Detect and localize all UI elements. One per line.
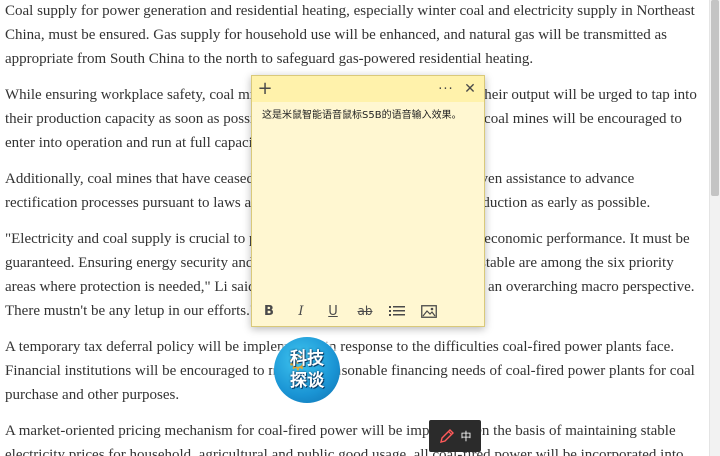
ime-mode-label[interactable]: 中: [461, 428, 472, 444]
pen-icon[interactable]: [439, 428, 455, 444]
watermark-line-1: 科技: [290, 349, 324, 369]
more-options-icon[interactable]: ···: [435, 79, 457, 99]
sticky-note-titlebar[interactable]: + ··· ✕: [252, 76, 484, 102]
strikethrough-button[interactable]: ab: [350, 298, 380, 324]
italic-button[interactable]: I: [286, 298, 316, 324]
watermark-logo: ⚙ 科技 探谈: [274, 337, 340, 403]
insert-image-icon[interactable]: [414, 298, 444, 324]
bullet-list-icon[interactable]: [382, 298, 412, 324]
watermark-line-2: 探谈: [290, 371, 324, 391]
paragraph-1: Coal supply for power generation and res…: [5, 3, 695, 67]
scrollbar-thumb[interactable]: [711, 0, 719, 196]
sticky-note-window[interactable]: + ··· ✕ 这是米鼠智能语音鼠标S5B的语音输入效果。 B I U ab: [251, 75, 485, 327]
close-icon[interactable]: ✕: [459, 79, 481, 99]
paragraph-6: A market-oriented pricing mechanism for …: [5, 423, 684, 456]
add-note-icon[interactable]: +: [254, 79, 276, 99]
underline-button[interactable]: U: [318, 298, 348, 324]
note-format-toolbar: B I U ab: [252, 296, 484, 326]
page-scrollbar[interactable]: [709, 0, 720, 456]
note-text-area[interactable]: 这是米鼠智能语音鼠标S5B的语音输入效果。: [262, 109, 476, 123]
ime-toolbar[interactable]: 中: [429, 420, 481, 452]
bold-button[interactable]: B: [254, 298, 284, 324]
paragraph-5: A temporary tax deferral policy will be …: [5, 339, 695, 403]
